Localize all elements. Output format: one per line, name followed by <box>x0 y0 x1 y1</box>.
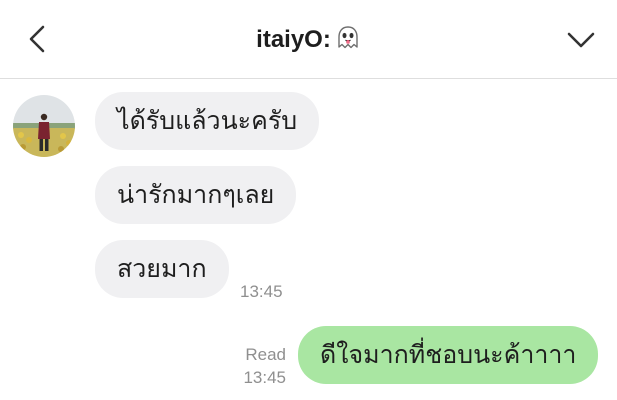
chat-header: itaiyO: <box>0 0 617 79</box>
message-timestamp: 13:45 <box>243 368 286 387</box>
chat-title-text: itaiyO: <box>256 26 331 53</box>
read-receipt: Read <box>245 345 286 364</box>
avatar-photo <box>13 95 75 157</box>
message-text: ดีใจมากที่ชอบนะค้าาาา <box>320 340 577 369</box>
message-timestamp: 13:45 <box>240 282 283 301</box>
message-text: สวยมาก <box>117 254 207 283</box>
contact-avatar[interactable] <box>13 95 75 157</box>
message-text: น่ารักมากๆเลย <box>117 180 275 209</box>
chevron-down-icon <box>567 32 595 48</box>
menu-toggle-button[interactable] <box>561 20 601 60</box>
message-bubble-incoming[interactable]: ได้รับแล้วนะครับ <box>95 92 320 150</box>
chat-screen: itaiyO: ได้รับแล้วนะครับ น่ารักมากๆเลย ส… <box>0 0 617 400</box>
message-bubble-incoming[interactable]: สวยมาก <box>95 240 229 298</box>
ghost-icon <box>338 26 358 49</box>
chat-title: itaiyO: <box>0 24 617 56</box>
message-text: ได้รับแล้วนะครับ <box>117 106 298 135</box>
message-bubble-outgoing[interactable]: ดีใจมากที่ชอบนะค้าาาา <box>298 326 599 384</box>
message-bubble-incoming[interactable]: น่ารักมากๆเลย <box>95 166 297 224</box>
